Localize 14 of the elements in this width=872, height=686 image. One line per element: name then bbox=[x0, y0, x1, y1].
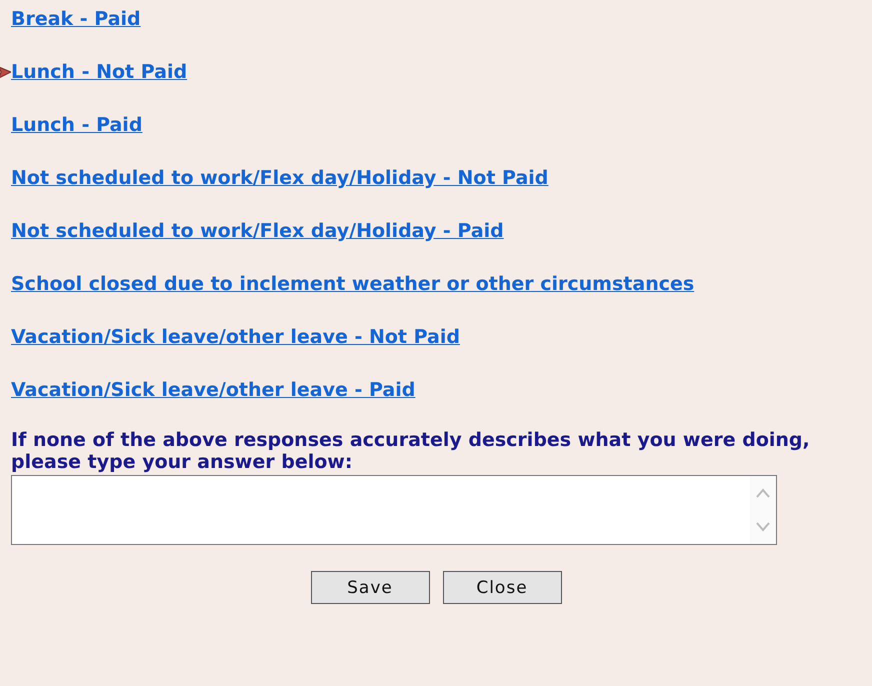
close-button[interactable]: Close bbox=[442, 571, 562, 604]
option-link[interactable]: Break - Paid bbox=[11, 6, 141, 32]
option-link[interactable]: Not scheduled to work/Flex day/Holiday - Paid bbox=[11, 218, 504, 244]
option-link[interactable]: Vacation/Sick leave/other leave - Not Paid bbox=[11, 324, 460, 350]
scroll-down-icon[interactable] bbox=[755, 522, 771, 532]
option-link[interactable]: Vacation/Sick leave/other leave - Paid bbox=[11, 377, 416, 403]
option-link[interactable]: Lunch - Paid bbox=[11, 112, 142, 138]
option-link[interactable]: School closed due to inclement weather or other circumstances bbox=[11, 271, 694, 297]
option-link[interactable]: Lunch - Not Paid bbox=[11, 59, 188, 85]
option-link[interactable]: Not scheduled to work/Flex day/Holiday - Not Paid bbox=[11, 165, 548, 191]
save-button[interactable]: Save bbox=[310, 571, 430, 604]
answer-field[interactable] bbox=[11, 475, 777, 545]
scroll-up-icon[interactable] bbox=[755, 488, 771, 498]
prompt-text: If none of the above responses accurately describes what you were doing, please type your answer below: bbox=[11, 429, 811, 473]
